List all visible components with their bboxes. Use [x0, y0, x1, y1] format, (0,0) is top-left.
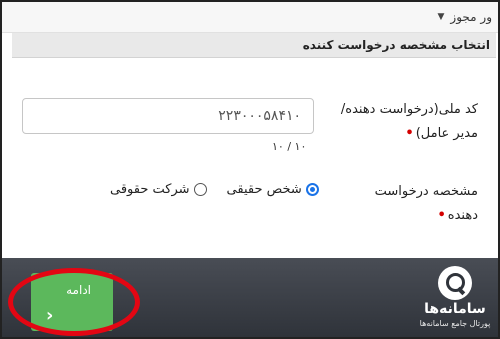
chevron-left-icon: ‹	[46, 305, 54, 326]
section-header: انتخاب مشخصه درخواست کننده	[12, 33, 496, 58]
radio-option-legal-company[interactable]: شرکت حقوقی	[110, 182, 207, 197]
applicant-type-radio-group: شخص حقیقی شرکت حقوقی	[110, 179, 319, 199]
license-type-select-value: ور مجوز	[450, 10, 492, 24]
radio-option-natural-person[interactable]: شخص حقیقی	[227, 182, 319, 197]
brand-tagline: پورتال جامع سامانه‌ها	[419, 319, 491, 328]
national-id-input[interactable]	[22, 98, 314, 134]
continue-button-label: ادامه	[66, 283, 91, 297]
section-title: انتخاب مشخصه درخواست کننده	[302, 38, 490, 52]
search-logo-icon	[438, 266, 472, 300]
national-id-label-row: کد ملی(درخواست دهنده/مدیر عامل)•	[338, 98, 478, 146]
applicant-type-label-row: مشخصه درخواست دهنده•	[348, 180, 478, 228]
national-id-char-counter: ۱۰ / ۱۰	[272, 140, 307, 153]
radio-unchecked-icon[interactable]	[193, 182, 207, 196]
continue-button[interactable]: ادامه ‹	[31, 273, 113, 331]
applicant-type-label: مشخصه درخواست دهنده	[374, 184, 478, 223]
app-window: ور مجوز ▼ انتخاب مشخصه درخواست کننده کد …	[0, 0, 500, 339]
radio-checked-icon[interactable]	[305, 182, 319, 196]
required-mark: •	[405, 126, 414, 141]
radio-option-label: شخص حقیقی	[226, 181, 302, 197]
radio-option-label: شرکت حقوقی	[110, 181, 190, 197]
caret-down-icon: ▼	[437, 12, 445, 22]
top-bar: ور مجوز ▼	[2, 2, 498, 33]
license-type-select[interactable]: ور مجوز ▼	[438, 7, 493, 27]
brand-name: سامانه‌ها	[424, 301, 486, 317]
brand-watermark: سامانه‌ها پورتال جامع سامانه‌ها	[414, 266, 496, 337]
required-mark: •	[437, 208, 446, 223]
